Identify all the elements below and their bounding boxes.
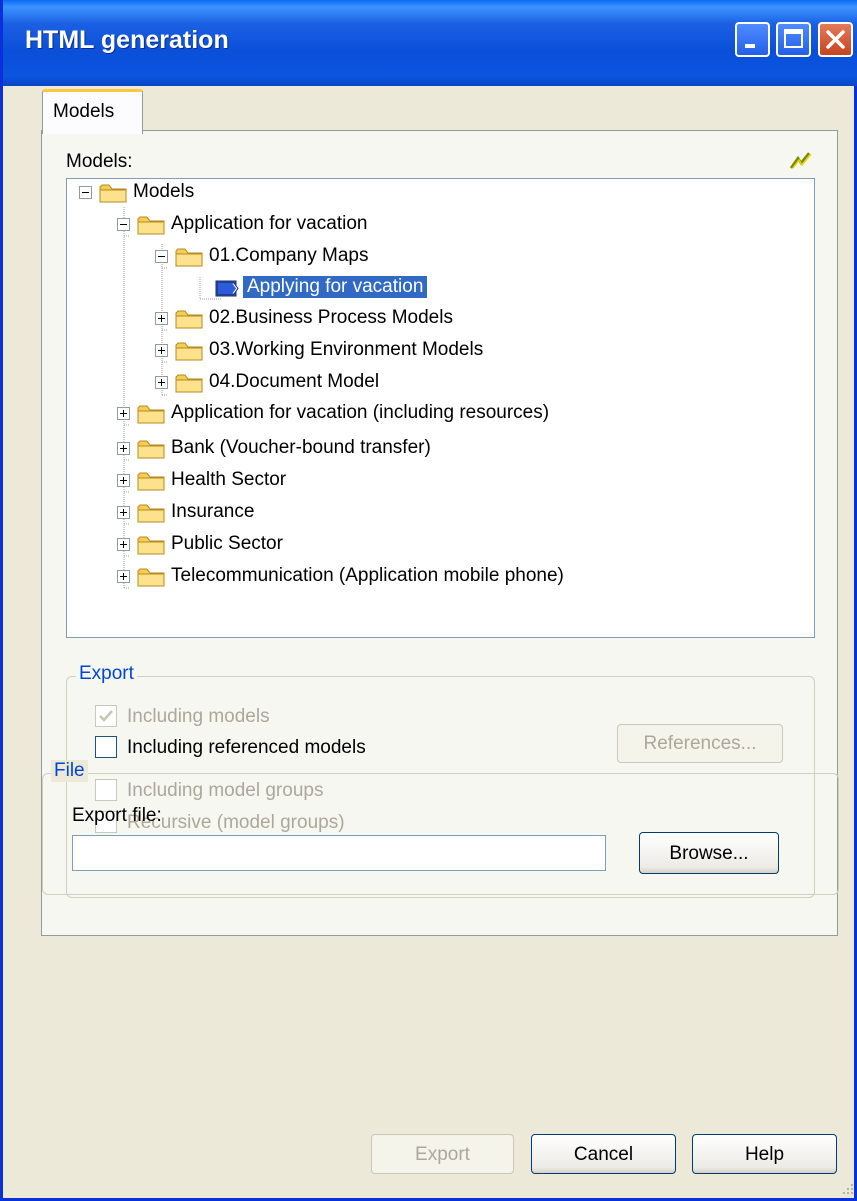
export-file-label: Export file: xyxy=(72,805,162,826)
tree-node-label: Application for vacation xyxy=(171,213,368,234)
file-legend: File xyxy=(51,760,88,782)
folder-icon xyxy=(137,472,165,491)
export-button-label: Export xyxy=(415,1144,470,1165)
tree-node-label: 04.Document Model xyxy=(209,371,380,392)
export-button[interactable]: Export xyxy=(371,1134,514,1174)
browse-button-label: Browse... xyxy=(669,843,749,864)
folder-icon xyxy=(175,342,203,361)
expand-icon[interactable] xyxy=(155,312,168,325)
expand-icon[interactable] xyxy=(117,442,130,455)
resize-grip-icon[interactable] xyxy=(839,1180,855,1196)
tree-node-label: Applying for vacation xyxy=(243,276,428,298)
tree-node-label: Insurance xyxy=(171,501,255,522)
folder-icon xyxy=(99,184,127,203)
folder-icon xyxy=(137,440,165,459)
expand-icon[interactable] xyxy=(155,376,168,389)
collapse-icon[interactable] xyxy=(117,218,130,231)
close-button[interactable] xyxy=(818,22,853,57)
export-option-label: Including referenced models xyxy=(127,737,366,758)
cancel-button[interactable]: Cancel xyxy=(531,1134,676,1174)
folder-icon xyxy=(137,568,165,587)
tab-label: Models xyxy=(53,101,115,122)
references-button-label: References... xyxy=(643,733,757,754)
models-label: Models: xyxy=(66,151,133,172)
collapse-icon[interactable] xyxy=(155,250,168,263)
close-icon xyxy=(826,30,845,49)
collapse-icon[interactable] xyxy=(79,186,92,199)
models-tree[interactable]: Models Application for vacation 01.Company… xyxy=(66,178,815,638)
minimize-button[interactable] xyxy=(735,22,770,57)
folder-icon xyxy=(137,216,165,235)
help-button-label: Help xyxy=(744,1144,785,1165)
export-option-label: Including models xyxy=(127,706,270,727)
export-file-input[interactable] xyxy=(72,835,606,871)
window-title: HTML generation xyxy=(25,26,229,54)
tree-node-label: 03.Working Environment Models xyxy=(209,339,484,360)
dialog-window: HTML generation Models Models: Models Ap… xyxy=(0,0,857,1201)
tab-models[interactable]: Models xyxy=(42,89,143,134)
update-lightning-icon[interactable] xyxy=(789,150,813,170)
export-legend: Export xyxy=(76,663,137,685)
tree-node-label: Health Sector xyxy=(171,469,287,490)
tree-node-label: 02.Business Process Models xyxy=(209,307,453,328)
folder-icon xyxy=(175,248,203,267)
model-icon xyxy=(215,280,239,297)
expand-icon[interactable] xyxy=(117,538,130,551)
tree-node-label: Models xyxy=(133,181,195,202)
maximize-icon xyxy=(784,29,803,48)
references-button[interactable]: References... xyxy=(617,724,783,763)
folder-icon xyxy=(137,405,165,424)
export-option-checkbox[interactable] xyxy=(95,736,117,758)
title-bar[interactable]: HTML generation xyxy=(3,0,857,86)
expand-icon[interactable] xyxy=(117,570,130,583)
folder-icon xyxy=(137,536,165,555)
tree-node-label: Telecommunication (Application mobile ph… xyxy=(171,565,564,586)
tree-node-label: Bank (Voucher-bound transfer) xyxy=(171,437,431,458)
tree-node-label: Public Sector xyxy=(171,533,283,554)
tree-node-label: Application for vacation (including reso… xyxy=(171,402,550,423)
expand-icon[interactable] xyxy=(117,407,130,420)
expand-icon[interactable] xyxy=(117,506,130,519)
folder-icon xyxy=(137,504,165,523)
minimize-icon xyxy=(745,44,755,48)
folder-icon xyxy=(175,374,203,393)
tree-node-label: 01.Company Maps xyxy=(209,245,369,266)
maximize-button[interactable] xyxy=(776,22,811,57)
checkmark-icon xyxy=(99,710,113,722)
help-button[interactable]: Help xyxy=(692,1134,837,1174)
cancel-button-label: Cancel xyxy=(573,1144,634,1165)
folder-icon xyxy=(175,310,203,329)
expand-icon[interactable] xyxy=(155,344,168,357)
export-option-checkbox[interactable] xyxy=(95,705,117,727)
expand-icon[interactable] xyxy=(117,474,130,487)
browse-button[interactable]: Browse... xyxy=(639,832,779,874)
